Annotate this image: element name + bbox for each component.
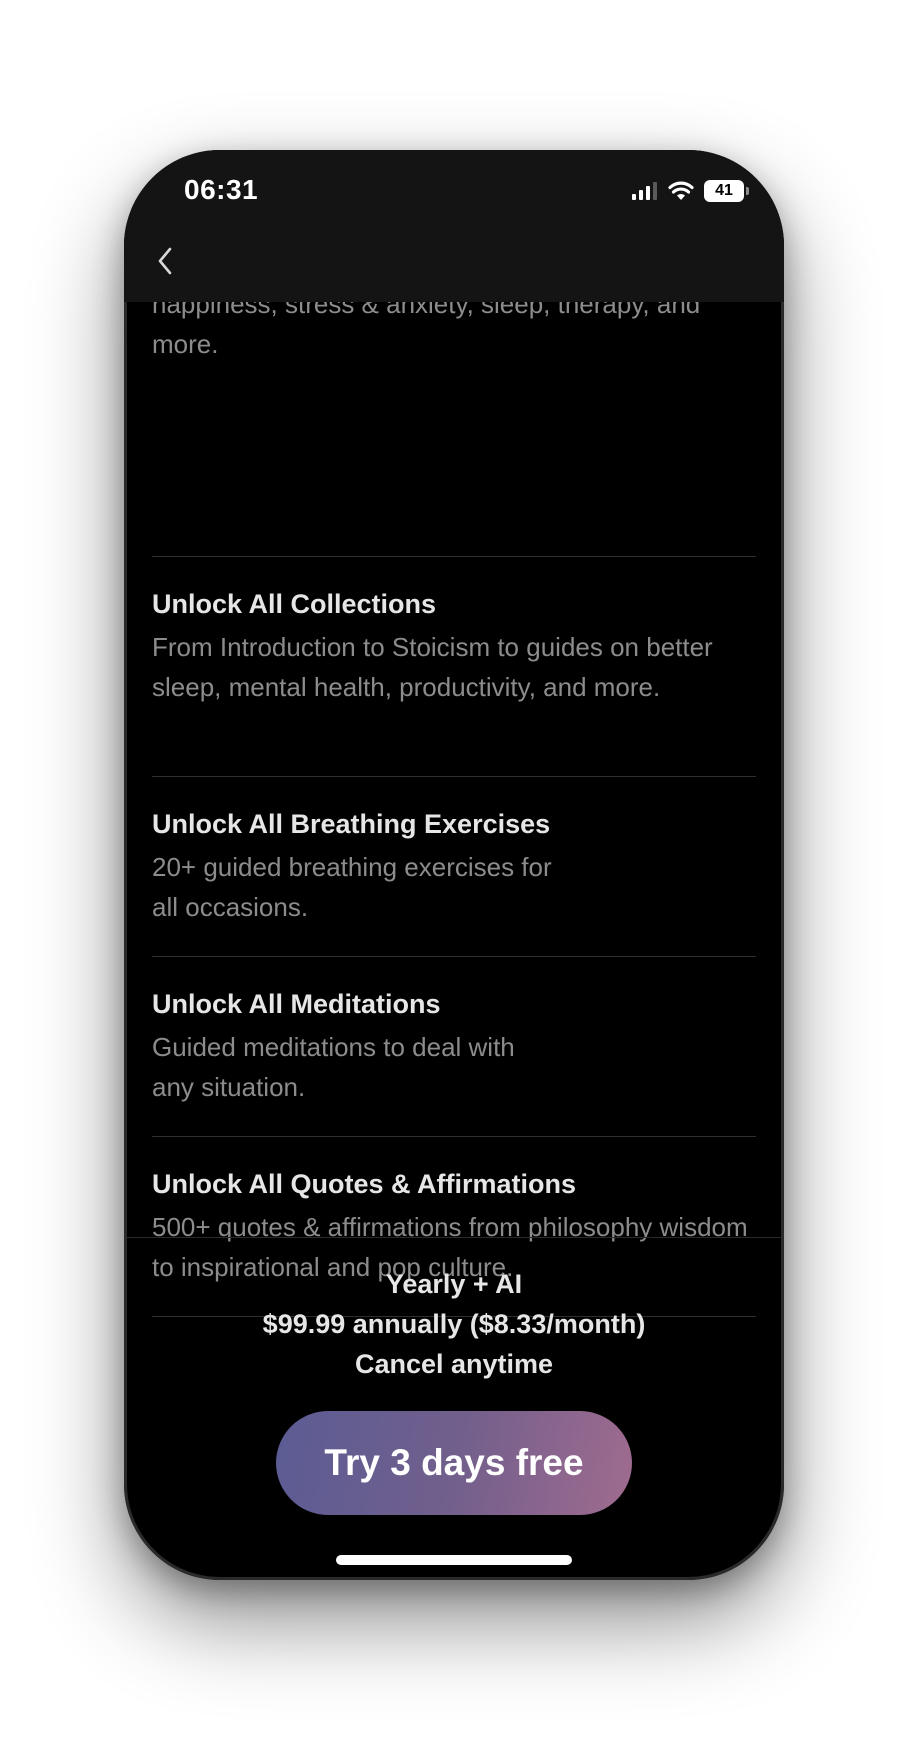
intro-text: happiness, stress & anxiety, sleep, ther… <box>152 302 701 359</box>
status-time: 06:31 <box>184 174 259 205</box>
feature-collections: Unlock All Collections From Introduction… <box>152 584 762 707</box>
feature-description: Guided meditations to deal with any situ… <box>152 1027 762 1107</box>
back-button[interactable] <box>150 244 180 278</box>
divider <box>152 776 756 777</box>
feature-description-line: any situation. <box>152 1072 306 1102</box>
feature-breathing-exercises: Unlock All Breathing Exercises 20+ guide… <box>152 804 762 927</box>
feature-title: Unlock All Breathing Exercises <box>152 809 551 839</box>
divider <box>152 556 756 557</box>
feature-description-line: 20+ guided breathing exercises for <box>152 852 552 882</box>
top-bar: 06:31 41 <box>124 150 784 302</box>
plan-name: Yearly + AI <box>385 1269 523 1299</box>
divider <box>152 1136 756 1137</box>
signal-icon <box>632 182 657 200</box>
feature-title: Unlock All Quotes & Affirmations <box>152 1169 577 1199</box>
features-scroll-area[interactable]: happiness, stress & anxiety, sleep, ther… <box>124 302 784 1390</box>
feature-description: From Introduction to Stoicism to guides … <box>152 632 713 702</box>
feature-description-line: all occasions. <box>152 892 309 922</box>
status-icons: 41 <box>632 178 749 204</box>
plan-price: $99.99 annually ($8.33/month) <box>262 1309 646 1339</box>
feature-description-line: Guided meditations to deal with <box>152 1032 515 1062</box>
phone-frame: 06:31 41 happiness, stress & anxiety, sl… <box>124 150 784 1580</box>
home-indicator <box>336 1555 572 1565</box>
feature-title: Unlock All Meditations <box>152 989 441 1019</box>
battery-icon: 41 <box>704 180 749 202</box>
footer-divider <box>124 1237 784 1238</box>
plan-summary: Yearly + AI $99.99 annually ($8.33/month… <box>124 1264 784 1384</box>
divider <box>152 956 756 957</box>
try-free-button[interactable]: Try 3 days free <box>276 1411 632 1515</box>
battery-level: 41 <box>715 182 733 199</box>
plan-cancel-note: Cancel anytime <box>354 1349 554 1379</box>
chevron-left-icon <box>158 247 172 275</box>
feature-title: Unlock All Collections <box>152 589 437 619</box>
feature-description: 20+ guided breathing exercises for all o… <box>152 847 762 927</box>
screenshot-stage: 06:31 41 happiness, stress & anxiety, sl… <box>0 0 908 1740</box>
try-free-button-label: Try 3 days free <box>324 1442 584 1483</box>
feature-meditations: Unlock All Meditations Guided meditation… <box>152 984 762 1107</box>
wifi-icon <box>668 181 694 200</box>
